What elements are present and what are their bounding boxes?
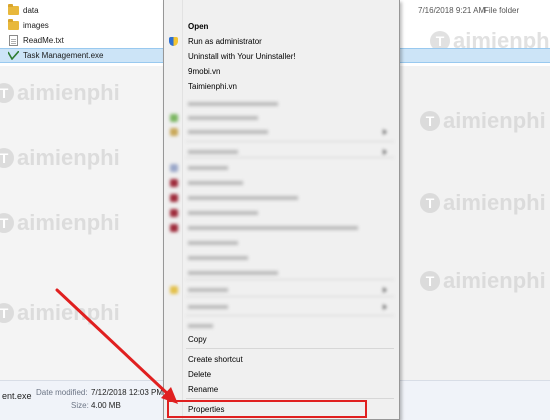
file-type: File folder <box>484 6 520 15</box>
watermark-badge: T <box>0 83 14 103</box>
menu-item-open[interactable]: Open <box>164 19 401 34</box>
folder-icon <box>8 19 19 30</box>
blurred-menu-item[interactable] <box>164 250 401 265</box>
blurred-menu-item[interactable] <box>164 220 401 235</box>
watermark-text: aimienphi <box>17 300 120 325</box>
file-name: Task Management.exe <box>23 51 104 60</box>
watermark: T aimienphi <box>420 268 546 294</box>
watermark: T aimienphi <box>0 300 120 326</box>
watermark-badge: T <box>0 148 14 168</box>
watermark-text: aimienphi <box>17 80 120 105</box>
watermark-badge: T <box>420 111 440 131</box>
menu-item-create-shortcut[interactable]: Create shortcut <box>164 352 401 367</box>
watermark-badge: T <box>0 303 14 323</box>
blurred-menu-item[interactable] <box>164 235 401 250</box>
watermark-text: aimienphi <box>17 210 120 235</box>
menu-item-run-as-admin[interactable]: Run as administrator <box>164 34 401 49</box>
menu-separator <box>186 348 394 349</box>
watermark-badge: T <box>0 213 14 233</box>
text-file-icon <box>9 35 18 46</box>
blurred-menu-item[interactable] <box>164 265 401 280</box>
watermark-text: aimienphi <box>17 145 120 170</box>
details-modified-label: Date modified: <box>36 388 88 397</box>
file-name: data <box>23 6 39 15</box>
submenu-arrow-icon <box>383 286 387 293</box>
watermark-text: aimienphi <box>443 190 546 215</box>
shield-icon <box>169 37 178 46</box>
watermark: T aimienphi <box>420 190 546 216</box>
blurred-menu-item[interactable] <box>164 205 401 220</box>
watermark: T aimienphi <box>0 80 120 106</box>
blurred-menu-item[interactable] <box>164 110 401 125</box>
menu-item-label: Copy <box>188 335 207 344</box>
blurred-menu-item[interactable] <box>164 160 401 175</box>
exe-icon <box>8 51 19 60</box>
blurred-menu-item[interactable] <box>164 299 401 314</box>
menu-item-uninstall[interactable]: Uninstall with Your Uninstaller! <box>164 49 401 64</box>
context-menu: Open Run as administrator Uninstall with… <box>163 0 400 420</box>
menu-item-label: Rename <box>188 385 219 394</box>
blurred-menu-item[interactable] <box>164 282 401 297</box>
folder-icon <box>8 4 19 15</box>
submenu-arrow-icon <box>383 128 387 135</box>
file-name: ReadMe.txt <box>23 36 64 45</box>
submenu-arrow-icon <box>383 303 387 310</box>
submenu-arrow-icon <box>383 148 387 155</box>
watermark-badge: T <box>420 193 440 213</box>
menu-item-copy[interactable]: Copy <box>164 332 401 347</box>
menu-item-label: Open <box>188 22 209 31</box>
file-name: images <box>23 21 49 30</box>
menu-item-label: Run as administrator <box>188 37 262 46</box>
menu-item-label: 9mobi.vn <box>188 67 221 76</box>
watermark: T aimienphi <box>0 210 120 236</box>
blurred-menu-item[interactable] <box>164 190 401 205</box>
menu-item-label: Uninstall with Your Uninstaller! <box>188 52 296 61</box>
details-file-name: ent.exe <box>2 391 32 401</box>
menu-item-label: Taimienphi.vn <box>188 82 237 91</box>
blurred-menu-item[interactable] <box>164 318 401 333</box>
details-size-value: 4.00 MB <box>91 401 121 410</box>
blurred-menu-item[interactable] <box>164 124 401 139</box>
properties-highlight-box <box>167 400 367 418</box>
menu-item-rename[interactable]: Rename <box>164 382 401 397</box>
watermark-text: aimienphi <box>443 108 546 133</box>
blurred-menu-item[interactable] <box>164 175 401 190</box>
menu-item-taimienphi[interactable]: Taimienphi.vn <box>164 79 401 94</box>
menu-item-label: Create shortcut <box>188 355 243 364</box>
menu-item-label: Delete <box>188 370 212 379</box>
menu-item-delete[interactable]: Delete <box>164 367 401 382</box>
details-size-label: Size: <box>71 401 89 410</box>
watermark: T aimienphi <box>420 108 546 134</box>
watermark-text: aimienphi <box>443 268 546 293</box>
menu-item-9mobi[interactable]: 9mobi.vn <box>164 64 401 79</box>
file-date: 7/16/2018 9:21 AM <box>418 6 486 15</box>
watermark: T aimienphi <box>0 145 120 171</box>
watermark-badge: T <box>420 271 440 291</box>
details-modified-value: 7/12/2018 12:03 PM <box>91 388 164 397</box>
blurred-menu-item[interactable] <box>164 96 401 111</box>
menu-separator <box>186 398 394 399</box>
